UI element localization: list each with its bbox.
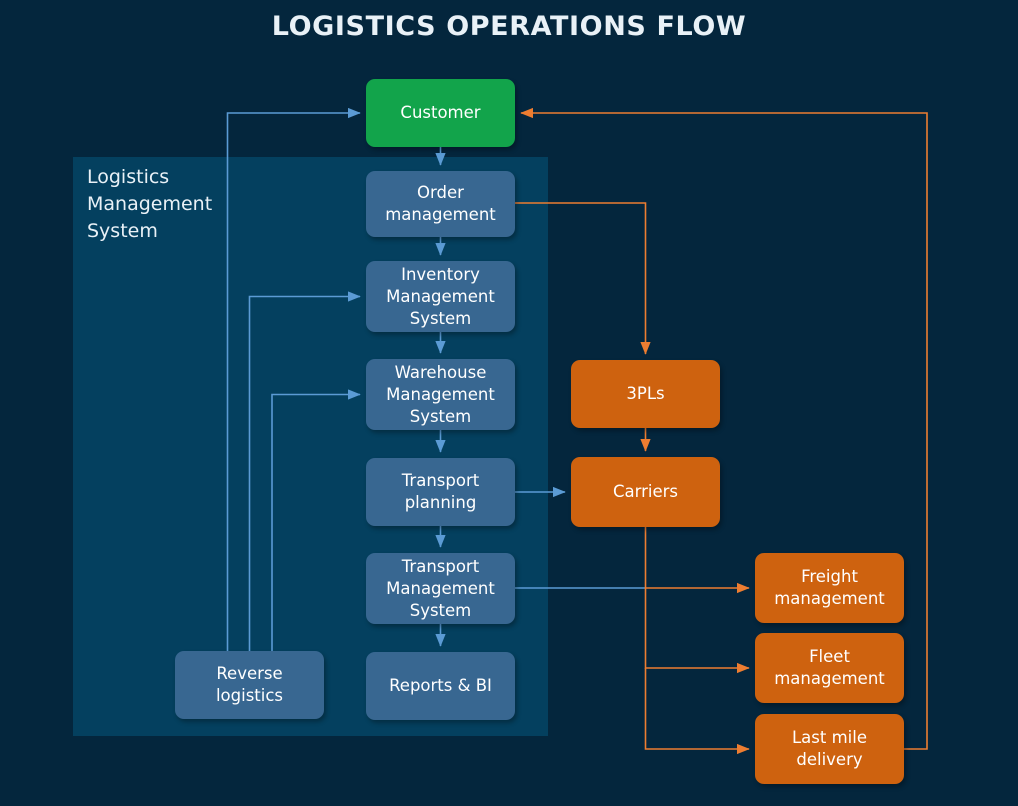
- wire-carriers-to-last-mile-delivery: [644, 668, 750, 755]
- node-last-mile-delivery[interactable]: Last mile delivery: [755, 714, 904, 784]
- node-customer[interactable]: Customer: [366, 79, 515, 147]
- node-reverse-logistics[interactable]: Reverse logistics: [175, 651, 324, 719]
- wire-reverse-logistics-to-warehouse: [271, 389, 361, 651]
- node-inventory-management-system[interactable]: Inventory Management System: [366, 261, 515, 332]
- node-transport-management-system[interactable]: Transport Management System: [366, 553, 515, 624]
- node-warehouse-management-system[interactable]: Warehouse Management System: [366, 359, 515, 430]
- diagram-canvas: LOGISTICS OPERATIONS FLOW Logistics Mana…: [0, 0, 1018, 806]
- wire-carriers-to-fleet-management: [644, 588, 750, 674]
- node-freight-management[interactable]: Freight management: [755, 553, 904, 623]
- wire-order-management-to-3pls: [515, 202, 651, 355]
- node-reports-bi[interactable]: Reports & BI: [366, 652, 515, 720]
- wire-reverse-logistics-to-inventory: [248, 291, 361, 651]
- node-carriers[interactable]: Carriers: [571, 457, 720, 527]
- node-transport-planning[interactable]: Transport planning: [366, 458, 515, 526]
- wire-carriers-to-freight-management: [644, 527, 750, 594]
- node-3pls[interactable]: 3PLs: [571, 360, 720, 428]
- node-order-management[interactable]: Order management: [366, 171, 515, 237]
- wire-reverse-logistics-to-customer: [226, 107, 361, 651]
- node-fleet-management[interactable]: Fleet management: [755, 633, 904, 703]
